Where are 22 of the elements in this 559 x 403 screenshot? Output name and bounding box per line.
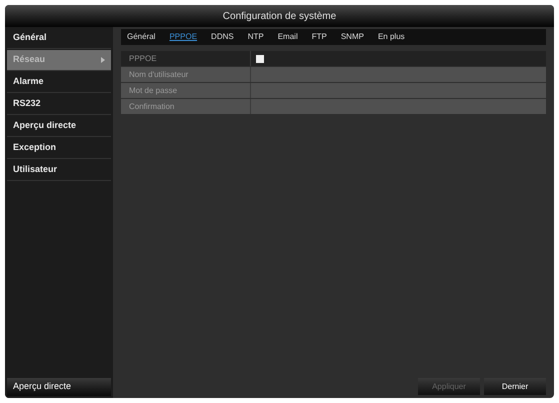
window-title: Configuration de système [222,10,336,24]
field-label: Nom d'utilisateur [121,67,251,82]
sidebar-item[interactable]: Exception [7,138,111,158]
tab[interactable]: Email [278,31,298,43]
field-label: Mot de passe [121,83,251,98]
sidebar-item[interactable]: Aperçu directe [7,116,111,136]
action-button[interactable]: Dernier [484,378,546,395]
tab[interactable]: NTP [248,31,264,43]
sidebar-item[interactable]: Alarme [7,72,111,92]
live-view-button[interactable]: Aperçu directe [7,378,111,396]
tab[interactable]: En plus [378,31,405,43]
sidebar-item[interactable]: RS232 [7,94,111,114]
tab[interactable]: FTP [312,31,327,43]
tab[interactable]: PPPOE [169,31,198,43]
field-label: Confirmation [121,99,251,114]
tab[interactable]: DDNS [211,31,234,43]
tab[interactable]: SNMP [340,31,364,43]
sidebar-item[interactable]: Utilisateur [7,160,111,180]
checkbox[interactable] [256,54,264,62]
sidebar-item[interactable]: Général [7,28,111,48]
field-label: PPPOE [121,51,251,66]
tab[interactable]: Général [127,31,156,43]
